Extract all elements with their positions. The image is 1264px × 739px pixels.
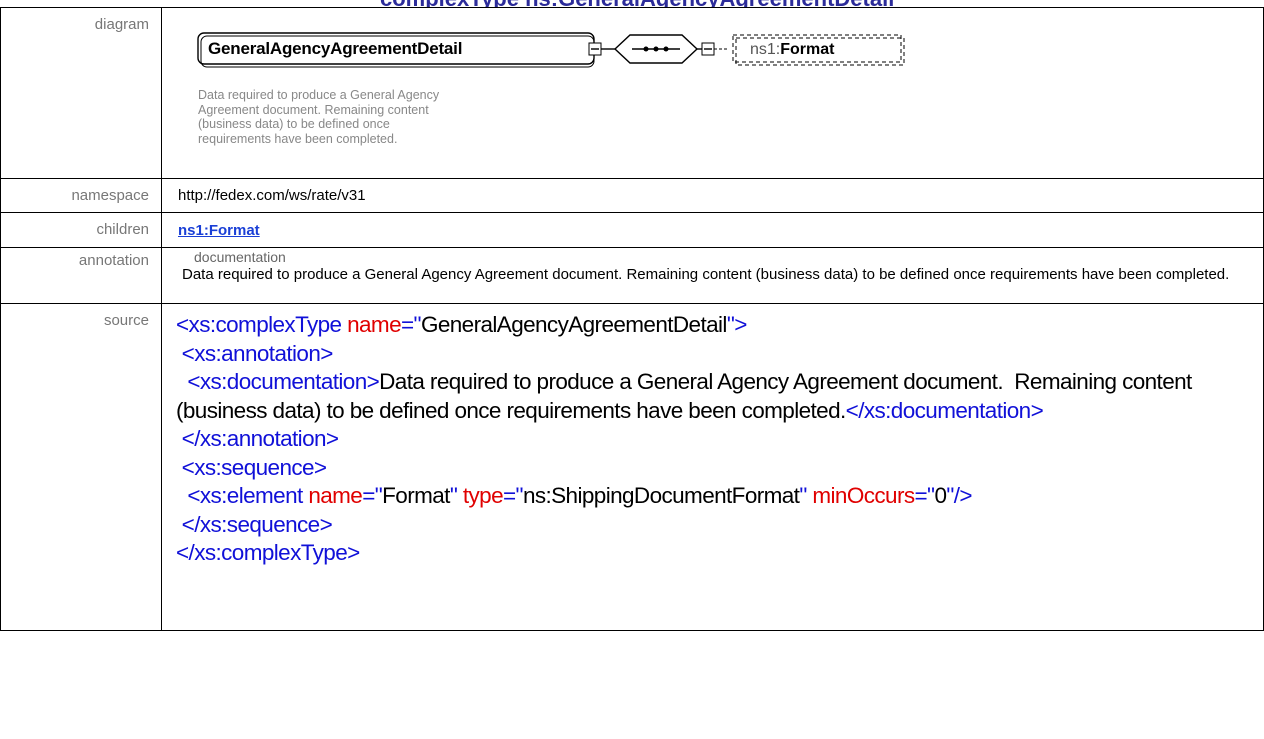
- diagram-description-line: (business data) to be defined once: [198, 117, 390, 131]
- xml-attr-value: 0: [934, 483, 947, 508]
- collapse-toggle-icon[interactable]: [701, 42, 715, 56]
- xml-punct: =": [914, 483, 936, 508]
- node-name: GeneralAgencyAgreementDetail: [208, 39, 463, 58]
- label-source: source: [0, 303, 162, 631]
- xml-attr-value: Format: [382, 483, 450, 508]
- xml-punct: ": [799, 483, 807, 508]
- diagram-cell: GeneralAgencyAgreementDetail ns1:Format …: [161, 7, 1264, 179]
- xml-tag: </xs:documentation>: [845, 397, 1044, 423]
- xml-tag: </xs:sequence>: [181, 511, 333, 537]
- xml-attr-value: GeneralAgencyAgreementDetail: [420, 312, 727, 337]
- schema-diagram: GeneralAgencyAgreementDetail ns1:Format …: [162, 8, 1263, 178]
- diagram-description-line: requirements have been completed.: [198, 131, 398, 146]
- row-annotation: annotation documentation Data required t…: [0, 247, 1264, 304]
- row-namespace: namespace http://fedex.com/ws/rate/v31: [0, 178, 1264, 213]
- xml-punct: ": [449, 483, 458, 508]
- xml-punct: =": [362, 483, 383, 508]
- sequence-compositor-icon: [613, 34, 699, 64]
- xml-attr-value: ns:ShippingDocumentFormat: [522, 483, 800, 508]
- children-cell: ns1:Format: [161, 212, 1264, 248]
- diagram-description-line: Agreement document. Remaining content: [198, 102, 429, 117]
- xml-attr-name: minOccurs: [812, 483, 915, 508]
- xml-punct: ">: [726, 312, 748, 337]
- xml-attr-name: type: [462, 483, 504, 508]
- label-annotation: annotation: [0, 247, 162, 304]
- annotation-heading: documentation: [194, 249, 286, 265]
- row-diagram: diagram GeneralAgencyAgreementDetail ns1…: [0, 7, 1264, 179]
- xml-attr-name: name: [347, 312, 401, 337]
- collapse-toggle-icon[interactable]: [588, 42, 602, 56]
- xml-punct: "/>: [946, 483, 972, 508]
- namespace-cell: http://fedex.com/ws/rate/v31: [161, 178, 1264, 213]
- child-format-link[interactable]: ns1:Format: [178, 213, 260, 239]
- diagram-description-line: Data required to produce a General Agenc…: [198, 88, 440, 102]
- namespace-value: http://fedex.com/ws/rate/v31: [178, 187, 366, 204]
- xml-tag: <xs:annotation>: [181, 340, 334, 366]
- annotation-cell: documentation Data required to produce a…: [161, 247, 1264, 304]
- source-code: <xs:complexType name="GeneralAgencyAgree…: [176, 304, 1263, 568]
- xml-punct: =": [401, 312, 422, 337]
- xml-tag: <xs:documentation>: [187, 369, 380, 394]
- xml-tag: <xs:sequence>: [181, 454, 327, 480]
- row-source: source <xs:complexType name="GeneralAgen…: [0, 303, 1264, 631]
- row-children: children ns1:Format: [0, 212, 1264, 248]
- xml-tag: </xs:complexType>: [176, 540, 360, 565]
- xml-punct: =": [503, 483, 524, 508]
- diagram-description: Data required to produce a General Agenc…: [198, 88, 628, 146]
- child-node-name: ns1:Format: [750, 41, 835, 58]
- xml-tag: </xs:annotation>: [181, 426, 339, 451]
- xml-tag: <xs:complexType: [176, 312, 342, 337]
- label-children: children: [0, 212, 162, 248]
- properties-table: diagram GeneralAgencyAgreementDetail ns1…: [0, 7, 1264, 631]
- label-diagram: diagram: [0, 7, 162, 179]
- xml-tag: <xs:element: [187, 483, 303, 508]
- annotation-text: Data required to produce a General Agenc…: [182, 266, 1230, 283]
- xml-attr-name: name: [308, 483, 363, 508]
- label-namespace: namespace: [0, 178, 162, 213]
- source-cell: <xs:complexType name="GeneralAgencyAgree…: [161, 303, 1264, 631]
